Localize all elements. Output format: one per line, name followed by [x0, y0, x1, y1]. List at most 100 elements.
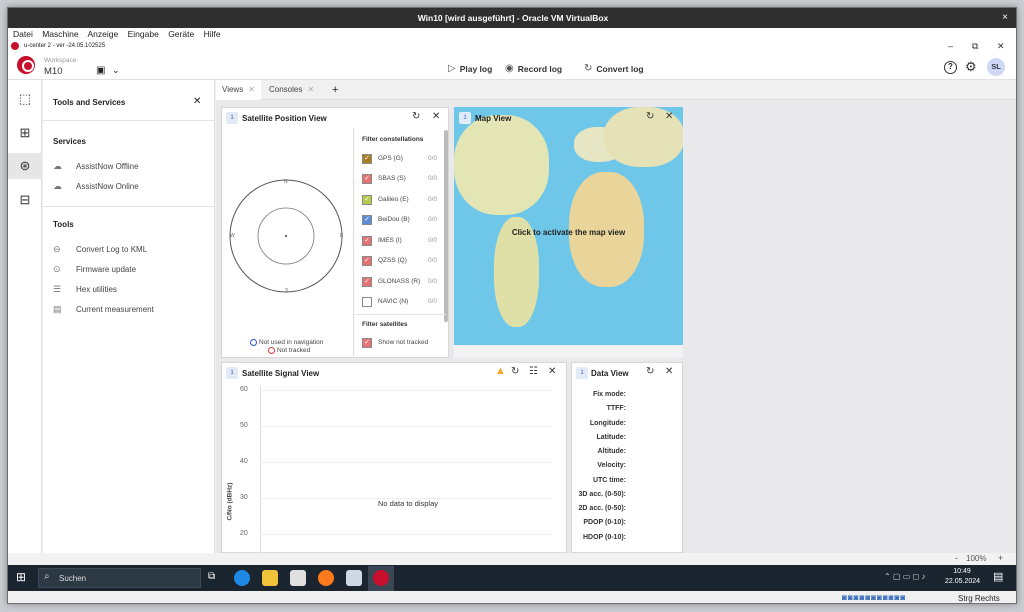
explorer-icon[interactable] — [262, 570, 278, 586]
legend-not-tracked: Not tracked — [277, 347, 311, 354]
menu-anzeige[interactable]: Anzeige — [88, 29, 119, 39]
play-log-button[interactable]: ▷ Play log — [448, 63, 492, 74]
satellite-signal-title: Satellite Signal View — [242, 369, 320, 378]
toolbox-icon[interactable]: ⊟ — [8, 187, 42, 213]
map-close-icon[interactable]: ✕ — [665, 111, 673, 122]
tools-panel-close-icon[interactable]: ✕ — [193, 96, 201, 107]
signal-refresh-icon[interactable]: ↻ — [511, 366, 519, 377]
user-avatar[interactable]: SL — [987, 58, 1005, 76]
task-view-icon[interactable]: ⧉ — [208, 571, 215, 582]
divider — [43, 120, 215, 121]
menu-maschine[interactable]: Maschine — [42, 29, 78, 39]
windows-start-icon[interactable]: ⊞ — [16, 570, 26, 584]
notification-icon[interactable]: ▤ — [993, 570, 1003, 583]
system-tray-icons[interactable]: ⌃ ▢ ▭ ◻ ♪ — [884, 572, 925, 581]
field-ttff: TTFF: — [606, 405, 626, 412]
data-refresh-icon[interactable]: ↻ — [646, 366, 654, 377]
close-button[interactable]: ✕ — [997, 40, 1005, 52]
checkbox-beidou[interactable]: ✓ — [362, 215, 372, 225]
signal-settings-sliders-icon[interactable]: ☷ — [529, 366, 538, 377]
filter-scrollbar[interactable] — [444, 130, 448, 322]
host-key-label: Strg Rechts — [958, 594, 1000, 603]
map-refresh-icon[interactable]: ↻ — [646, 111, 654, 122]
panel-close-icon[interactable]: ✕ — [432, 111, 440, 122]
ytick-20: 20 — [240, 530, 248, 537]
data-close-icon[interactable]: ✕ — [665, 366, 673, 377]
add-view-grid-icon[interactable]: ⊞ — [8, 120, 42, 146]
settings-gear-icon[interactable]: ⚙ — [965, 59, 977, 75]
field-2d-accuracy: 2D acc. (0-50): — [578, 505, 626, 512]
gridline — [260, 534, 552, 535]
device-icon[interactable]: ▣ — [96, 65, 105, 76]
zoom-level: 100% — [966, 554, 987, 563]
signal-close-icon[interactable]: ✕ — [548, 366, 556, 377]
tab-views[interactable]: Views ✕ — [216, 80, 261, 100]
store-icon[interactable] — [290, 570, 306, 586]
compass-north: N — [284, 179, 288, 185]
workspace-label: Workspace — [44, 57, 77, 64]
checkbox-gps[interactable]: ✓ — [362, 154, 372, 164]
count-qzss: 0/0 — [428, 257, 438, 264]
tools-services-panel — [43, 80, 215, 553]
filter-constellations-heading: Filter constellations — [362, 136, 424, 143]
convert-log-button[interactable]: ↻ Convert log — [584, 63, 644, 74]
minimize-button[interactable]: – — [948, 40, 953, 52]
checkbox-navic[interactable] — [362, 297, 372, 307]
menu-eingabe[interactable]: Eingabe — [128, 29, 159, 39]
refresh-icon[interactable]: ↻ — [412, 111, 420, 122]
compass-east: E — [340, 233, 344, 239]
warning-icon[interactable]: ▲ — [495, 365, 506, 377]
ytick-60: 60 — [240, 386, 248, 393]
service-assistnow-offline[interactable]: AssistNow Offline — [76, 162, 139, 171]
tools-services-icon[interactable]: ⊛ — [8, 153, 42, 179]
checkbox-qzss[interactable]: ✓ — [362, 256, 372, 266]
cloud-icon: ☁ — [53, 181, 62, 191]
checkbox-glonass[interactable]: ✓ — [362, 277, 372, 287]
virtualbox-close-button[interactable]: × — [1002, 8, 1008, 28]
menu-datei[interactable]: Datei — [13, 29, 33, 39]
maximize-button[interactable]: ⧉ — [972, 40, 978, 52]
record-log-button[interactable]: ◉ Record log — [505, 63, 562, 74]
tool-convert-log-kml[interactable]: Convert Log to KML — [76, 245, 147, 254]
tool-hex-utilities[interactable]: Hex utilities — [76, 285, 117, 294]
constellation-imes: IMES (I) — [378, 237, 402, 244]
field-altitude: Altitude: — [597, 448, 626, 455]
app-icon[interactable] — [346, 570, 362, 586]
tool-firmware-update[interactable]: Firmware update — [76, 265, 136, 274]
workspace-chevron-down-icon[interactable]: ⌄ — [112, 65, 120, 76]
help-icon[interactable]: ? — [944, 61, 957, 74]
service-assistnow-online[interactable]: AssistNow Online — [76, 182, 139, 191]
tools-panel-title: Tools and Services — [53, 98, 126, 107]
tools-heading: Tools — [53, 220, 74, 229]
checkbox-imes[interactable]: ✓ — [362, 236, 372, 246]
checkbox-galileo[interactable]: ✓ — [362, 195, 372, 205]
tab-close-icon[interactable]: ✕ — [248, 85, 255, 94]
vbox-status-icons[interactable]: ◙◙◙◙◙◙◙◙◙◙◙ — [842, 593, 906, 602]
count-gps: 0/0 — [428, 155, 438, 162]
workspace-name[interactable]: M10 — [44, 66, 62, 77]
firefox-icon[interactable] — [318, 570, 334, 586]
legend-tracked-marker — [268, 347, 275, 354]
checkbox-sbas[interactable]: ✓ — [362, 174, 372, 184]
constellation-galileo: Galileo (E) — [378, 196, 409, 203]
field-utc-time: UTC time: — [592, 477, 626, 484]
no-data-message: No data to display — [377, 499, 439, 508]
checkbox-show-not-tracked[interactable]: ✓ — [362, 338, 372, 348]
legend-nav-marker — [250, 339, 257, 346]
compass-south: S — [285, 288, 289, 294]
menu-hilfe[interactable]: Hilfe — [204, 29, 221, 39]
chip-device-icon[interactable]: ⬚ — [8, 86, 42, 112]
left-icon-rail — [8, 80, 42, 553]
zoom-in-button[interactable]: + — [998, 553, 1003, 563]
tab-close-icon[interactable]: ✕ — [307, 85, 314, 94]
add-tab-button[interactable]: + — [332, 84, 338, 96]
menu-geraete[interactable]: Geräte — [168, 29, 194, 39]
tool-current-measurement[interactable]: Current measurement — [76, 305, 154, 314]
ucenter-taskbar-icon[interactable] — [373, 570, 389, 586]
taskbar-search-label: Suchen — [59, 574, 87, 583]
y-axis-label: C/No (dBHz) — [226, 482, 234, 521]
edge-icon[interactable] — [234, 570, 250, 586]
zoom-out-button[interactable]: - — [955, 553, 958, 563]
activate-map-hint[interactable]: Click to activate the map view — [454, 228, 683, 237]
tab-consoles[interactable]: Consoles ✕ — [263, 80, 320, 100]
